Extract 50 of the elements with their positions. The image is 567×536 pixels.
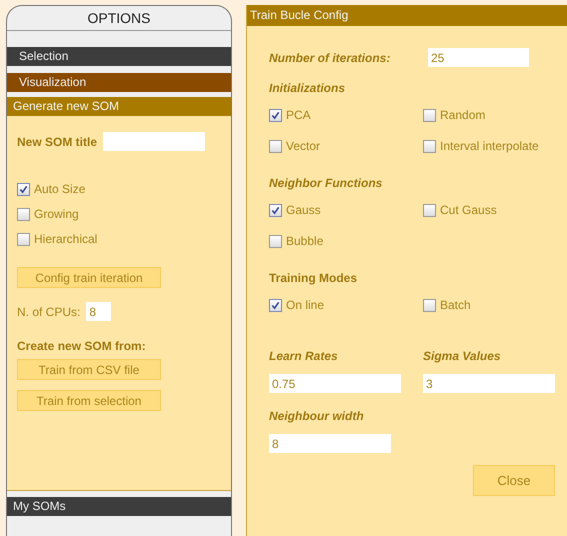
- checkbox-label: Cut Gauss: [440, 203, 497, 217]
- checkbox-label: Random: [440, 108, 486, 122]
- input-field[interactable]: 25: [428, 48, 529, 67]
- checkbox[interactable]: [423, 204, 436, 216]
- config-button[interactable]: Config train iteration: [17, 267, 161, 288]
- input-field[interactable]: 8: [86, 302, 112, 321]
- group-heading: Training Modes: [269, 271, 358, 285]
- checkbox-label: Auto Size: [34, 182, 86, 196]
- section-header[interactable]: Generate new SOM: [7, 97, 231, 116]
- section-header[interactable]: Visualization: [7, 73, 231, 92]
- field-label: Learn Rates: [269, 349, 339, 363]
- checkbox-label: PCA: [286, 108, 311, 122]
- checkbox-label: Vector: [286, 139, 320, 153]
- input-field[interactable]: 3: [423, 374, 555, 393]
- checkbox[interactable]: [17, 208, 30, 220]
- train-button[interactable]: Train from CSV file: [17, 359, 161, 380]
- checkbox-label: Hierarchical: [34, 232, 98, 246]
- checkbox-label: Gauss: [286, 203, 321, 217]
- checkbox[interactable]: [423, 108, 436, 122]
- group-heading: Initializations: [269, 81, 346, 95]
- input-field[interactable]: 0.75: [269, 374, 401, 393]
- field-label: New SOM title: [17, 134, 98, 148]
- checkbox[interactable]: [269, 140, 282, 152]
- checkbox-label: Batch: [440, 298, 471, 312]
- checkbox[interactable]: [269, 234, 282, 248]
- section-header[interactable]: My SOMs: [7, 497, 231, 516]
- checkbox[interactable]: [423, 298, 436, 312]
- close-button[interactable]: Close: [473, 465, 555, 496]
- train-button[interactable]: Train from selection: [17, 390, 161, 411]
- field-label: Sigma Values: [423, 349, 502, 363]
- checkbox-label: On line: [286, 298, 324, 312]
- checkbox-label: Bubble: [286, 234, 324, 248]
- checkbox[interactable]: [269, 298, 282, 312]
- checkbox-label: Interval interpolate: [440, 139, 539, 153]
- section-header[interactable]: Selection: [7, 47, 231, 66]
- field-label: Number of iterations:: [269, 50, 392, 64]
- dialog-title: Train Bucle Config: [247, 5, 567, 26]
- checkbox-label: Growing: [34, 207, 79, 221]
- input-field[interactable]: 8: [269, 434, 391, 453]
- input-field[interactable]: [103, 132, 206, 151]
- field-label: N. of CPUs:: [17, 304, 80, 318]
- checkbox[interactable]: [269, 108, 282, 122]
- checkbox[interactable]: [423, 140, 436, 152]
- panel-title: OPTIONS: [7, 6, 231, 31]
- checkbox[interactable]: [269, 204, 282, 216]
- group-heading: Neighbor Functions: [269, 176, 384, 190]
- checkbox[interactable]: [17, 182, 30, 196]
- checkbox[interactable]: [17, 232, 30, 246]
- section-heading: Create new SOM from:: [17, 339, 147, 353]
- field-label: Neighbour width: [269, 409, 365, 423]
